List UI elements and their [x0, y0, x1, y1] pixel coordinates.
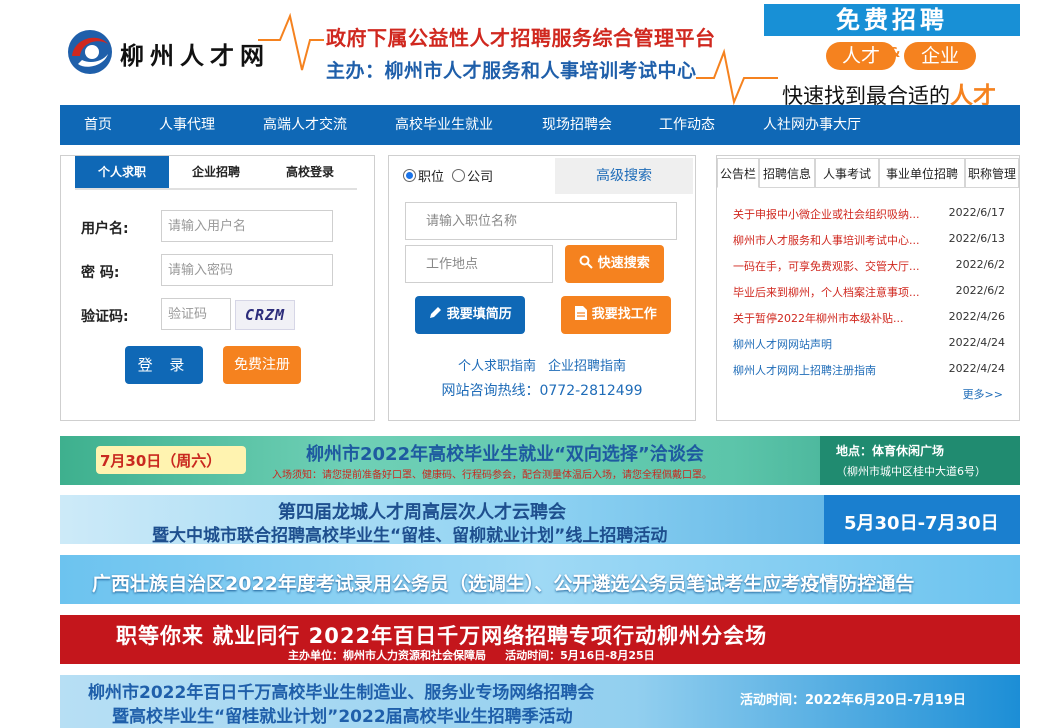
- username-label: 用户名:: [81, 221, 129, 237]
- location-input[interactable]: [405, 245, 553, 283]
- radio-company[interactable]: [452, 169, 466, 182]
- radio-position[interactable]: [403, 169, 416, 182]
- keyword-input[interactable]: [405, 202, 677, 240]
- notice-list: 关于申报中小微企业或社会组织吸纳... 2022/6/17 柳州市人才服务和人事培…: [733, 206, 1005, 388]
- find-job-label: 我要找工作: [591, 307, 657, 322]
- fill-resume-label: 我要填简历: [446, 307, 512, 322]
- ad-ampersand: &: [889, 46, 901, 61]
- banner-civil-service-notice[interactable]: 广西壮族自治区2022年度考试录用公务员（选调生）、公开遴选公务员笔试考生应考疫…: [60, 555, 1020, 604]
- tab-personal-login[interactable]: 个人求职: [75, 156, 169, 188]
- banner-title: 柳州市2022年高校毕业生就业“双向选择”洽谈会: [306, 444, 704, 465]
- nav-work-news[interactable]: 工作动态: [659, 105, 715, 145]
- banner-date-text: 7月30日（周六）: [100, 452, 222, 470]
- tab-college-login[interactable]: 高校登录: [263, 156, 357, 188]
- tab-underline: [75, 188, 357, 190]
- banner-location: 地点：体育休闲广场: [836, 444, 945, 458]
- company-guide-link[interactable]: 企业招聘指南: [548, 359, 626, 374]
- notice-date: 2022/6/17: [948, 206, 1005, 219]
- banner-subtitle: 暨高校毕业生“留桂就业计划”2022届高校毕业生招聘季活动: [112, 707, 573, 727]
- tab-recruit-info[interactable]: 招聘信息: [759, 158, 815, 188]
- list-item[interactable]: 柳州人才网网站声明 2022/4/24: [733, 336, 1005, 362]
- nav-home[interactable]: 首页: [84, 105, 112, 145]
- list-item[interactable]: 毕业后来到柳州，个人档案注意事项... 2022/6/2: [733, 284, 1005, 310]
- banner-graduate-recruitment[interactable]: 柳州市2022年百日千万高校毕业生制造业、服务业专场网络招聘会 暨高校毕业生“留…: [60, 675, 1020, 728]
- banner-subtitle: 暨大中城市联合招聘高校毕业生“留桂、留柳就业计划”线上招聘活动: [152, 526, 668, 544]
- tab-bulletin[interactable]: 公告栏: [717, 158, 759, 188]
- tab-title-management[interactable]: 职称管理: [965, 158, 1019, 188]
- ad-pill-enterprise: 企业: [904, 42, 976, 70]
- notice-title[interactable]: 柳州人才网网站声明: [733, 336, 939, 352]
- captcha-label: 验证码:: [81, 309, 129, 325]
- document-icon: [575, 306, 588, 320]
- captcha-input[interactable]: [161, 298, 231, 330]
- nav-high-end-talent[interactable]: 高端人才交流: [263, 105, 347, 145]
- ad-pill-talent: 人才: [826, 42, 896, 70]
- notice-date: 2022/6/2: [955, 258, 1005, 271]
- list-item[interactable]: 一码在手，可享免费观影、交管大厅... 2022/6/2: [733, 258, 1005, 284]
- notice-title[interactable]: 关于暂停2022年柳州市本级补贴...: [733, 310, 939, 326]
- login-panel: 个人求职 企业招聘 高校登录 用户名: 密 码: 验证码: CRZM 登 录 免…: [60, 155, 375, 421]
- banner-talent-week[interactable]: 第四届龙城人才周高层次人才云聘会 暨大中城市联合招聘高校毕业生“留桂、留柳就业计…: [60, 495, 1020, 544]
- site-logo-icon[interactable]: [64, 26, 116, 78]
- tab-personnel-exam[interactable]: 人事考试: [815, 158, 879, 188]
- fill-resume-button[interactable]: 我要填简历: [415, 296, 525, 334]
- hotline-text: 网站咨询热线：0772-2812499: [441, 383, 643, 399]
- slogan-primary: 政府下属公益性人才招聘服务综合管理平台: [326, 26, 716, 50]
- quick-search-label: 快速搜索: [597, 256, 650, 271]
- banner-notice: 入场须知：请您提前准备好口罩、健康码、行程码参会，配合测量体温后入场，请您全程佩…: [272, 470, 712, 481]
- pencil-icon: [430, 307, 442, 318]
- job-search-panel: 职位 公司 高级搜索 快速搜索 我要填简历 我要找工作 个人求职指南企业招聘指南…: [388, 155, 696, 421]
- main-nav: 首页 人事代理 高端人才交流 高校毕业生就业 现场招聘会 工作动态 人社网办事大…: [60, 105, 1020, 145]
- quick-search-button[interactable]: 快速搜索: [565, 245, 664, 283]
- personal-guide-link[interactable]: 个人求职指南: [458, 359, 536, 374]
- advanced-search-tab[interactable]: 高级搜索: [555, 158, 693, 194]
- more-notices-link[interactable]: 更多>>: [963, 386, 1003, 402]
- list-item[interactable]: 柳州人才网网上招聘注册指南 2022/4/24: [733, 362, 1005, 388]
- password-input[interactable]: [161, 254, 333, 286]
- site-logo-text[interactable]: 柳州人才网: [120, 36, 270, 71]
- banner-subtitle: 主办单位：柳州市人力资源和社会保障局 活动时间：5月16日-8月25日: [288, 649, 655, 662]
- notice-date: 2022/4/26: [948, 310, 1005, 323]
- notice-title[interactable]: 关于申报中小微企业或社会组织吸纳...: [733, 206, 939, 222]
- slogan-host: 主办：柳州市人才服务和人事培训考试中心: [326, 60, 697, 82]
- banner-title: 职等你来 就业同行 2022年百日千万网络招聘专项行动柳州分会场: [116, 624, 768, 648]
- list-item[interactable]: 柳州市人才服务和人事培训考试中心... 2022/6/13: [733, 232, 1005, 258]
- search-type-radios: 职位 公司: [403, 166, 493, 185]
- search-icon: [579, 255, 593, 269]
- notice-title[interactable]: 毕业后来到柳州，个人档案注意事项...: [733, 284, 939, 300]
- login-button[interactable]: 登 录: [125, 346, 203, 384]
- register-button[interactable]: 免费注册: [223, 346, 301, 384]
- captcha-image[interactable]: CRZM: [235, 300, 295, 330]
- radio-company-label: 公司: [467, 170, 494, 185]
- notice-title[interactable]: 柳州人才网网上招聘注册指南: [733, 362, 939, 378]
- list-item[interactable]: 关于暂停2022年柳州市本级补贴... 2022/4/26: [733, 310, 1005, 336]
- tab-company-login[interactable]: 企业招聘: [169, 156, 263, 188]
- notice-date: 2022/6/2: [955, 284, 1005, 297]
- notice-panel: 公告栏 招聘信息 人事考试 事业单位招聘 职称管理 关于申报中小微企业或社会组织…: [716, 155, 1020, 421]
- password-label: 密 码:: [81, 265, 120, 281]
- notice-title[interactable]: 柳州市人才服务和人事培训考试中心...: [733, 232, 939, 248]
- banner-title: 柳州市2022年百日千万高校毕业生制造业、服务业专场网络招聘会: [88, 683, 595, 703]
- tab-public-institution[interactable]: 事业单位招聘: [879, 158, 965, 188]
- list-item[interactable]: 关于申报中小微企业或社会组织吸纳... 2022/6/17: [733, 206, 1005, 232]
- banner-date: 活动时间：2022年6月20日-7月19日: [740, 693, 966, 708]
- guide-links: 个人求职指南 企业招聘指南: [389, 355, 695, 374]
- nav-job-fair[interactable]: 现场招聘会: [542, 105, 612, 145]
- notice-date: 2022/4/24: [948, 362, 1005, 375]
- find-job-button[interactable]: 我要找工作: [561, 296, 671, 334]
- banner-online-recruitment[interactable]: 职等你来 就业同行 2022年百日千万网络招聘专项行动柳州分会场 主办单位：柳州…: [60, 615, 1020, 664]
- nav-service-hall[interactable]: 人社网办事大厅: [763, 105, 861, 145]
- notice-date: 2022/6/13: [948, 232, 1005, 245]
- notice-title[interactable]: 一码在手，可享免费观影、交管大厅...: [733, 258, 939, 274]
- nav-personnel-agency[interactable]: 人事代理: [159, 105, 215, 145]
- radio-position-label: 职位: [418, 170, 445, 185]
- banner-address: （柳州市城中区桂中大道6号）: [836, 465, 986, 478]
- notice-date: 2022/4/24: [948, 336, 1005, 349]
- nav-graduate-employment[interactable]: 高校毕业生就业: [395, 105, 493, 145]
- username-input[interactable]: [161, 210, 333, 242]
- banner-title: 广西壮族自治区2022年度考试录用公务员（选调生）、公开遴选公务员笔试考生应考疫…: [92, 573, 915, 595]
- free-recruit-ad-title[interactable]: 免费招聘: [764, 4, 1020, 36]
- banner-date: 5月30日-7月30日: [844, 513, 999, 534]
- banner-job-fair[interactable]: 7月30日（周六） 柳州市2022年高校毕业生就业“双向选择”洽谈会 入场须知：…: [60, 436, 1020, 485]
